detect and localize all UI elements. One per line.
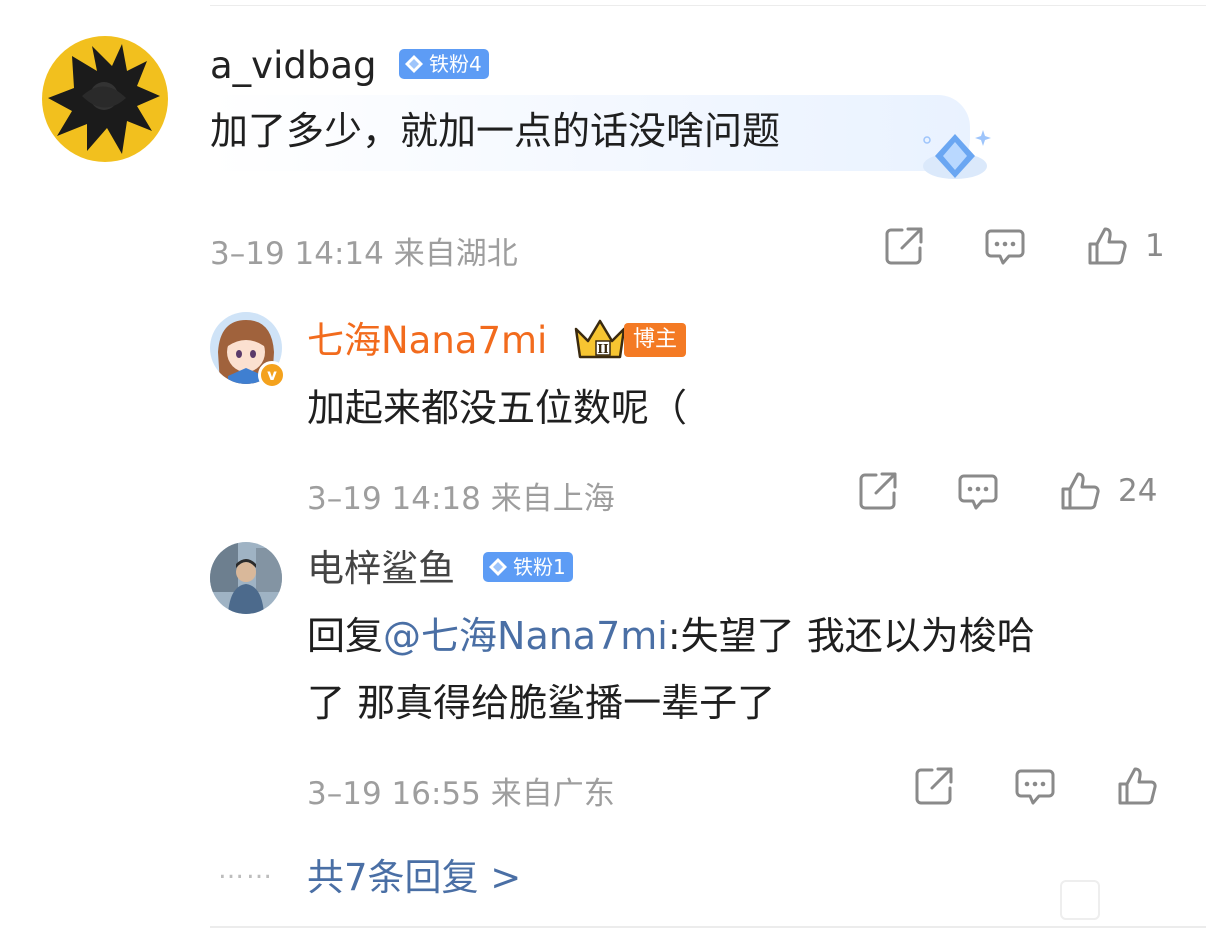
more-replies-dots: …… [218, 855, 274, 885]
share-icon[interactable] [912, 764, 956, 808]
like-icon[interactable] [1115, 764, 1159, 808]
like-icon[interactable] [1058, 469, 1102, 513]
fan-badge[interactable]: 铁粉4 [399, 49, 489, 79]
reply-location: 来自上海 [490, 481, 615, 517]
share-icon[interactable] [882, 224, 926, 268]
comment-icon[interactable] [1013, 764, 1057, 808]
svg-text:II: II [597, 342, 609, 356]
avatar-dianzi-shayu[interactable] [210, 542, 282, 614]
username[interactable]: 七海Nana7mi [307, 322, 547, 359]
reply-text-line2: 了 那真得给脆鲨播一辈子了 [307, 681, 776, 725]
verified-icon: v [258, 361, 286, 389]
diamond-icon [487, 556, 509, 578]
fan-badge-label: 铁粉1 [513, 555, 566, 579]
avatar-a-vidbag[interactable] [42, 36, 168, 162]
username[interactable]: a_vidbag [210, 47, 376, 84]
like-count: 1 [1145, 228, 1165, 264]
more-replies-link[interactable]: 共7条回复 > [307, 847, 521, 901]
mention-link[interactable]: @七海Nana7mi [383, 614, 668, 658]
like-icon[interactable] [1085, 224, 1129, 268]
reply-prefix: 回复 [307, 614, 384, 658]
blogger-badge: 博主 [624, 323, 687, 357]
reply-timestamp: 3–19 14:18 来自上海 [307, 481, 615, 517]
fan-badge[interactable]: 铁粉1 [483, 552, 573, 582]
comment-icon[interactable] [956, 469, 1000, 513]
diamond-icon [915, 128, 995, 188]
like-count: 24 [1118, 473, 1158, 509]
watermark-icon [1060, 880, 1100, 920]
share-icon[interactable] [856, 469, 900, 513]
reply-text[interactable]: 加起来都没五位数呢（ [307, 383, 687, 434]
fan-badge-label: 铁粉4 [429, 52, 482, 76]
reply-text-line1: :失望了 我还以为梭哈 [667, 614, 1035, 658]
diamond-icon [403, 53, 425, 75]
bottom-divider [210, 926, 1206, 928]
comment-icon[interactable] [983, 224, 1027, 268]
comment-timestamp: 3–19 14:14 来自湖北 [210, 236, 518, 272]
top-divider [210, 5, 1206, 6]
comment-location: 来自湖北 [393, 236, 518, 272]
crown-icon: II [572, 317, 628, 361]
reply-location: 来自广东 [490, 776, 615, 812]
reply-text[interactable]: 回复@七海Nana7mi:失望了 我还以为梭哈 [307, 611, 1035, 662]
comment-text[interactable]: 加了多少，就加一点的话没啥问题 [210, 106, 780, 157]
reply-timestamp: 3–19 16:55 来自广东 [307, 776, 615, 812]
username[interactable]: 电梓鲨鱼 [307, 550, 455, 587]
